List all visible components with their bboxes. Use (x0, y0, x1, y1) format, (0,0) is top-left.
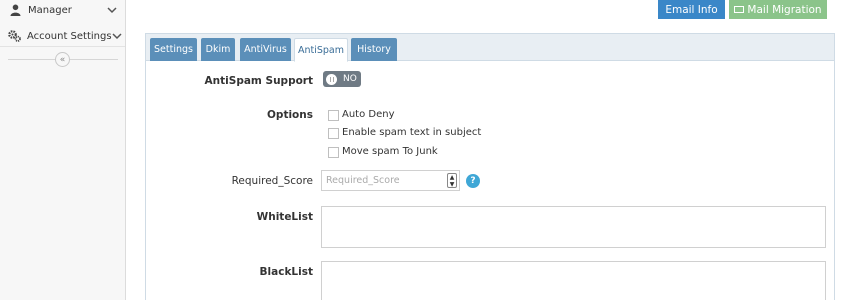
chevron-down-icon (112, 30, 122, 42)
toggle-knob (326, 73, 337, 85)
sidebar: Manager Account Settings « (0, 0, 126, 300)
auto-deny-label: Auto Deny (342, 109, 395, 120)
whitelist-textarea[interactable] (321, 206, 826, 248)
mail-migration-button[interactable]: Mail Migration (729, 0, 827, 19)
enable-spam-text-checkbox[interactable] (328, 128, 339, 139)
gears-icon (8, 29, 21, 43)
required-score-input[interactable] (321, 170, 460, 191)
sidebar-item-label: Account Settings (27, 30, 112, 42)
sidebar-divider (0, 46, 125, 47)
collapse-sidebar-icon[interactable]: « (55, 52, 70, 67)
tab-settings[interactable]: Settings (150, 38, 197, 61)
mail-migration-label: Mail Migration (747, 3, 822, 16)
chevron-down-icon (106, 4, 118, 16)
required-score-label: Required_Score (231, 175, 313, 187)
envelope-icon (734, 6, 745, 13)
auto-deny-checkbox[interactable] (328, 110, 339, 121)
sidebar-item-manager[interactable]: Manager (0, 0, 125, 23)
tab-bar: Settings Dkim AntiVirus AntiSpam History (146, 34, 834, 62)
antispam-panel: Settings Dkim AntiVirus AntiSpam History (145, 33, 835, 300)
tab-history[interactable]: History (351, 38, 397, 61)
antispam-support-label: AntiSpam Support (204, 75, 313, 87)
tab-dkim[interactable]: Dkim (201, 38, 235, 61)
tab-antispam[interactable]: AntiSpam (294, 38, 348, 62)
enable-spam-text-label: Enable spam text in subject (342, 127, 482, 138)
toggle-state-text: NO (343, 74, 357, 84)
blacklist-textarea[interactable] (321, 261, 826, 300)
help-icon[interactable]: ? (466, 174, 480, 188)
whitelist-label: WhiteList (256, 211, 313, 223)
options-label: Options (267, 109, 313, 121)
email-info-button[interactable]: Email Info (658, 0, 725, 19)
move-spam-junk-label: Move spam To Junk (342, 146, 438, 157)
sidebar-item-label: Manager (28, 4, 72, 16)
blacklist-label: BlackList (259, 266, 313, 278)
tab-antivirus[interactable]: AntiVirus (240, 38, 291, 61)
user-icon (8, 3, 22, 17)
antispam-support-toggle[interactable]: NO (323, 71, 361, 87)
move-spam-junk-checkbox[interactable] (328, 147, 339, 158)
required-score-stepper[interactable]: ▲ ▼ (447, 173, 457, 188)
